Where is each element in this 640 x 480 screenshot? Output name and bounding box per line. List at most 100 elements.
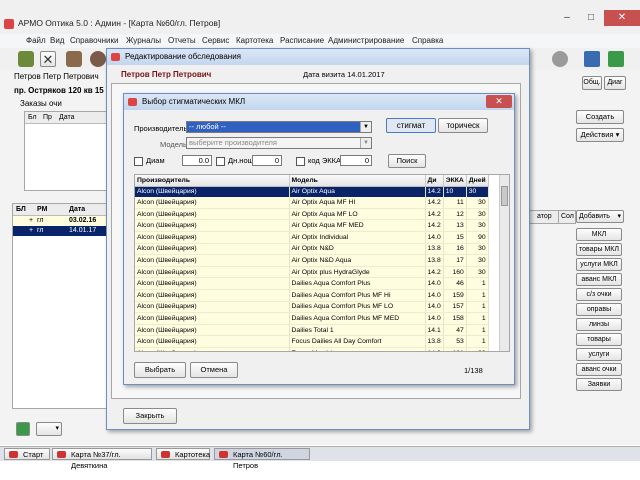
taskbar-cardfile[interactable]: Картотека — [156, 448, 210, 460]
table-row[interactable]: Alcon (Швейцария) Dailies Total 1 14.1 47 1 — [135, 324, 489, 337]
taskbar-start-label: Старт — [23, 450, 44, 459]
menu-view[interactable]: Вид — [50, 36, 64, 45]
header-model[interactable]: Модель — [289, 175, 426, 187]
table-row[interactable]: Alcon (Швейцария) Air Optix plus HydraGly… — [135, 266, 489, 279]
menu-reports[interactable]: Отчеты — [168, 36, 196, 45]
glasses-icon[interactable] — [90, 51, 106, 67]
table-row[interactable]: Alcon (Швейцария)Focus Monthly14.016130 — [135, 347, 489, 351]
table-row[interactable]: Alcon (Швейцария) Air Optix Aqua MF HI 14.… — [135, 197, 489, 209]
visit-rm: гл — [37, 217, 44, 224]
open-icon[interactable] — [66, 51, 82, 67]
delete-icon[interactable]: ✕ — [40, 51, 56, 67]
create-button[interactable]: Создать — [576, 110, 624, 124]
table-row[interactable]: Alcon (Швейцария) Air Optix Aqua MF MED 14… — [135, 219, 489, 232]
app-icon — [219, 451, 228, 458]
table-row[interactable]: + гл 14.01.17 — [13, 226, 107, 236]
glasses-advance-button[interactable]: аванс очки — [576, 363, 622, 376]
general-button[interactable]: Общ. — [582, 76, 602, 90]
mkl-services-button[interactable]: услуги МКЛ — [576, 258, 622, 271]
header-diameter[interactable]: Ди — [425, 175, 444, 187]
taskbar-start[interactable]: Старт — [4, 448, 50, 460]
table-row[interactable]: Alcon (Швейцария) Focus Dailies All Day C… — [135, 335, 489, 348]
exit-icon[interactable] — [608, 51, 624, 67]
menu-admin[interactable]: Администрирование — [328, 36, 404, 45]
table-row[interactable]: Alcon (Швейцария) Dailies Aqua Comfort Pl… — [135, 312, 489, 325]
app-icon — [57, 451, 66, 458]
wear-days-checkbox[interactable] — [216, 157, 225, 166]
menu-schedule[interactable]: Расписание — [280, 36, 324, 45]
maximize-button[interactable]: □ — [580, 10, 602, 26]
close-button[interactable]: ✕ — [604, 10, 640, 26]
chevron-down-icon: ▾ — [55, 425, 59, 432]
requests-button[interactable]: Заявки — [576, 378, 622, 391]
toric-toggle[interactable]: торичеcк — [438, 118, 488, 133]
wear-days-input[interactable]: 0 — [252, 155, 282, 166]
goods-button[interactable]: товары — [576, 333, 622, 346]
settings-icon[interactable] — [552, 51, 568, 67]
visits-grid[interactable]: БЛ РМ Дата + гл 03.02.16 + гл 14.01.17 — [12, 203, 108, 409]
stigmatic-toggle[interactable]: стигмат — [386, 118, 436, 133]
manufacturer-select[interactable]: -- любой -- ▼ — [186, 121, 372, 133]
menu-file[interactable]: Файл — [26, 36, 46, 45]
vertical-scrollbar[interactable] — [499, 175, 509, 351]
table-row[interactable]: Alcon (Швейцария) Dailies Aqua Comfort Pl… — [135, 277, 489, 290]
model-select[interactable]: выберите производителя ▼ — [186, 137, 372, 149]
lenses-button[interactable]: линзы — [576, 318, 622, 331]
orders-header-date: Дата — [59, 114, 75, 121]
table-row[interactable]: Alcon (Швейцария) Dailies Aqua Comfort Pl… — [135, 289, 489, 302]
visit-menu-button[interactable]: ▾ — [36, 422, 62, 436]
card-icon[interactable] — [18, 51, 34, 67]
add-button[interactable]: Добавить ▾ — [576, 210, 624, 223]
actions-button[interactable]: Действия ▾ — [576, 128, 624, 142]
add-visit-icon[interactable] — [16, 422, 30, 436]
diam-input[interactable]: 0.0 — [182, 155, 212, 166]
cancel-button[interactable]: Отмена — [190, 362, 238, 378]
table-row[interactable]: Alcon (Швейцария) Air Optix Aqua MF LO 14.… — [135, 208, 489, 221]
header-manufacturer[interactable]: Производитель — [135, 175, 290, 187]
menu-help[interactable]: Справка — [412, 36, 443, 45]
table-row[interactable]: Alcon (Швейцария) Air Optix Individual 14.… — [135, 231, 489, 244]
cell-model: Air Optix plus HydraGlyde — [289, 266, 426, 279]
diam-checkbox[interactable] — [134, 157, 143, 166]
close-exam-button[interactable]: Закрыть — [123, 408, 177, 424]
menu-journals[interactable]: Журналы — [126, 36, 161, 45]
table-row[interactable]: + гл 03.02.16 — [13, 216, 107, 226]
save-icon[interactable] — [584, 51, 600, 67]
table-row[interactable]: Alcon (Швейцария) Air Optix Aqua 14.2 10 30 — [135, 186, 489, 198]
picker-close-icon[interactable]: ✕ — [486, 95, 512, 108]
ekka-label: код ЭККА — [308, 156, 341, 165]
cell-diameter: 14.0 — [425, 301, 444, 314]
lens-grid[interactable]: Производитель Модель Ди ЭККА Дней Alcon … — [134, 174, 510, 352]
actions-label: Действия — [580, 130, 614, 139]
cell-manufacturer: Alcon (Швейцария) — [135, 254, 290, 267]
menu-cardfile[interactable]: Картотека — [236, 36, 273, 45]
table-row[interactable]: Alcon (Швейцария) Air Optix N&D Aqua 13.8 1… — [135, 254, 489, 267]
orders-title: Заказы очи — [20, 99, 62, 108]
search-button[interactable]: Поиск — [388, 154, 426, 168]
taskbar-card-60[interactable]: Карта №60/гл. Петров — [214, 448, 310, 470]
scroll-thumb[interactable] — [501, 186, 508, 206]
select-button[interactable]: Выбрать — [134, 362, 186, 378]
cell-model: Air Optix Aqua — [289, 186, 426, 198]
table-row[interactable]: Alcon (Швейцария) Dailies Aqua Comfort Pl… — [135, 301, 489, 314]
sz-glasses-button[interactable]: с/з очки — [576, 288, 622, 301]
mkl-goods-button[interactable]: товары МКЛ — [576, 243, 622, 256]
cell-ekka: 53 — [443, 335, 467, 348]
diag-button[interactable]: Диаг — [604, 76, 626, 90]
header-days[interactable]: Дней — [466, 175, 489, 187]
services-button[interactable]: услуги — [576, 348, 622, 361]
ekka-input[interactable]: 0 — [340, 155, 372, 166]
mkl-button[interactable]: МКЛ — [576, 228, 622, 241]
cell-manufacturer: Alcon (Швейцария) — [135, 197, 290, 209]
header-ekka[interactable]: ЭККА — [443, 175, 467, 187]
minimize-button[interactable]: – — [556, 10, 578, 26]
ekka-checkbox[interactable] — [296, 157, 305, 166]
table-row[interactable]: Alcon (Швейцария) Air Optix N&D 13.8 16 30 — [135, 243, 489, 256]
mkl-advance-button[interactable]: аванс МКЛ — [576, 273, 622, 286]
model-label: Модель — [160, 140, 187, 149]
frames-button[interactable]: оправы — [576, 303, 622, 316]
cell-ekka: 161 — [443, 347, 467, 351]
taskbar-card-37[interactable]: Карта №37/гл. Девяткина — [52, 448, 152, 470]
menu-directories[interactable]: Справочники — [70, 36, 118, 45]
menu-service[interactable]: Сервис — [202, 36, 229, 45]
